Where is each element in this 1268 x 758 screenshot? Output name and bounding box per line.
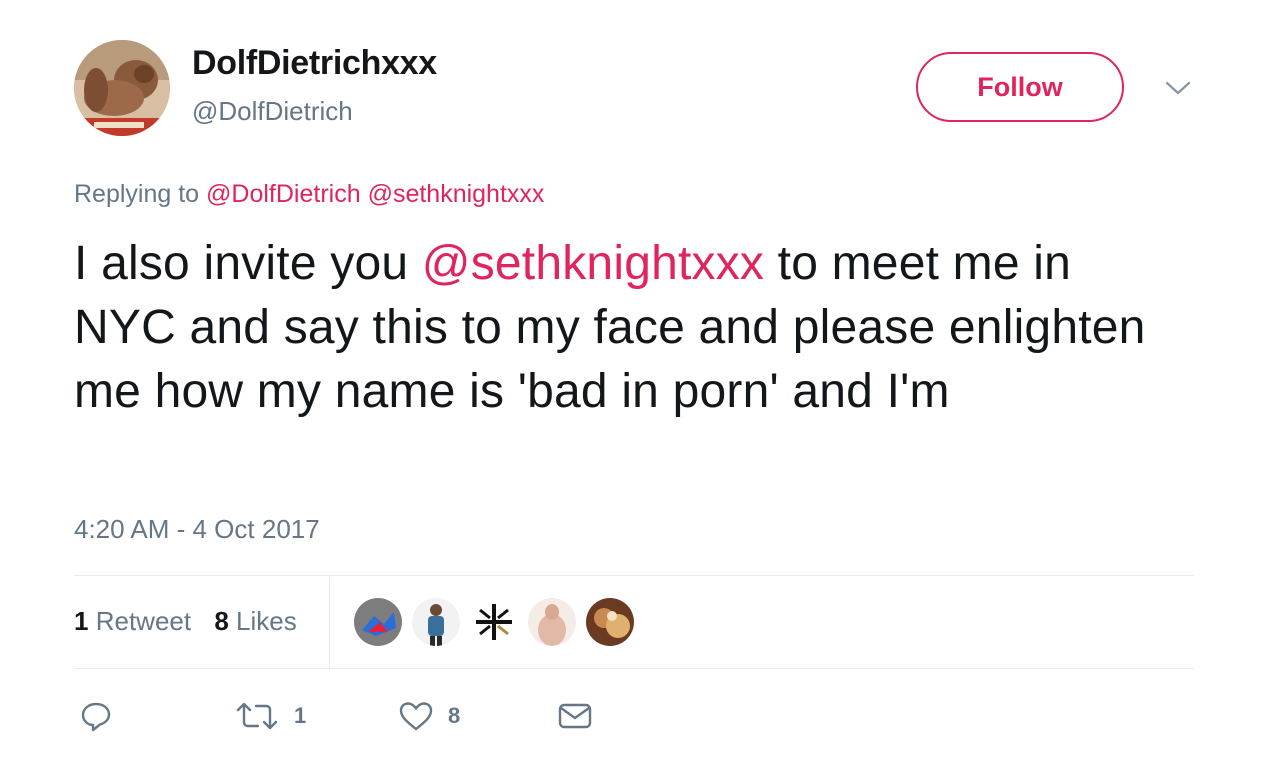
retweet-count: 1	[294, 703, 307, 728]
tweet-text: I also invite you @sethknightxxx to meet…	[74, 232, 1184, 424]
retweets-count: 1	[74, 606, 89, 636]
stats-divider	[329, 577, 330, 668]
display-name[interactable]: DolfDietrichxxx	[192, 44, 437, 83]
likes-stat[interactable]: 8 Likes	[214, 606, 296, 636]
retweet-icon	[236, 702, 278, 730]
heart-icon	[399, 702, 433, 731]
chevron-down-icon[interactable]	[1164, 78, 1192, 98]
likes-label: Likes	[236, 606, 297, 636]
liker-avatar-3[interactable]	[470, 598, 518, 646]
like-count: 8	[448, 703, 461, 728]
envelope-icon	[558, 703, 592, 729]
follow-button[interactable]: Follow	[916, 52, 1124, 122]
reply-mention-link[interactable]: @DolfDietrich	[206, 180, 361, 208]
user-handle[interactable]: @DolfDietrich	[192, 96, 353, 127]
direct-message-button[interactable]	[558, 698, 592, 734]
reply-mention-link[interactable]: @sethknightxxx	[368, 180, 545, 208]
likes-count: 8	[214, 606, 229, 636]
tweet-mention-link[interactable]: @sethknightxxx	[422, 237, 764, 290]
like-button[interactable]: 8	[398, 698, 460, 734]
liker-avatar-5[interactable]	[586, 598, 634, 646]
divider	[74, 668, 1194, 669]
retweets-stat[interactable]: 1 Retweet	[74, 606, 191, 636]
tweet-text-segment: I also invite you	[74, 237, 422, 290]
reply-context: Replying to @DolfDietrich @sethknightxxx	[74, 180, 544, 209]
avatar[interactable]	[74, 40, 170, 136]
divider	[74, 575, 1194, 576]
retweets-label: Retweet	[95, 606, 192, 636]
retweet-button[interactable]: 1	[234, 698, 306, 734]
liker-avatar-4[interactable]	[528, 598, 576, 646]
liker-avatar-2[interactable]	[412, 598, 460, 646]
tweet-stats: 1 Retweet 8 Likes	[74, 606, 313, 637]
tweet-timestamp[interactable]: 4:20 AM - 4 Oct 2017	[74, 514, 320, 545]
liker-avatar-1[interactable]	[354, 598, 402, 646]
reply-button[interactable]	[80, 698, 112, 734]
reply-context-prefix: Replying to	[74, 180, 200, 208]
reply-icon	[81, 702, 111, 732]
